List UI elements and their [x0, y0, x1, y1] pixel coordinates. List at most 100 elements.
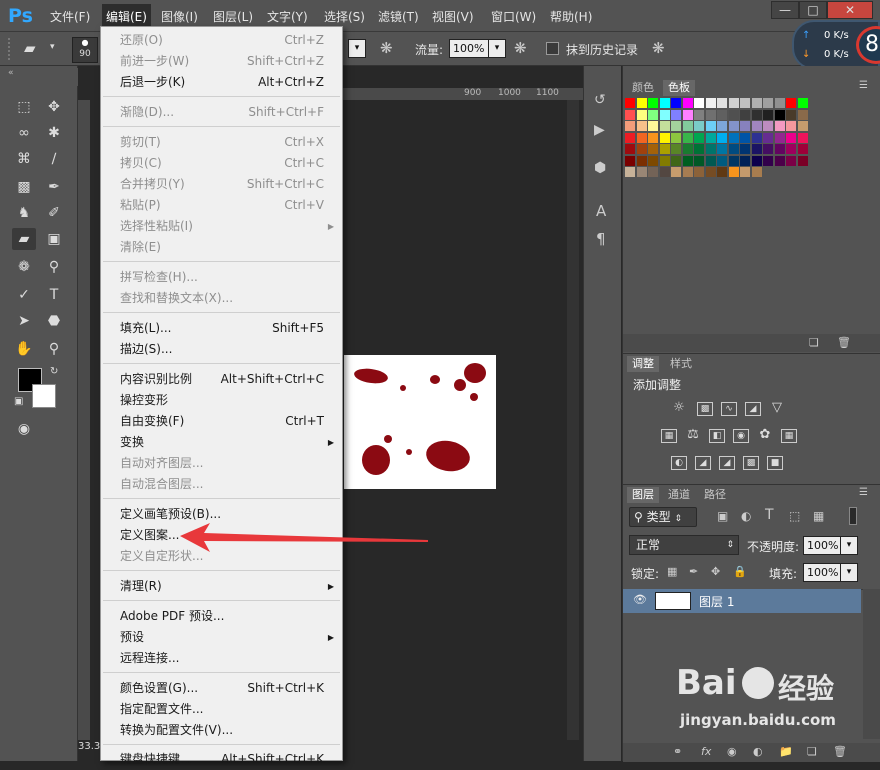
color-swatch[interactable]	[740, 155, 750, 166]
swatch-grid[interactable]	[623, 96, 880, 334]
vibrance-icon[interactable]: ▽	[769, 401, 785, 416]
new-swatch-icon[interactable]: ❏	[809, 336, 819, 349]
paragraph-panel-icon[interactable]: ¶	[596, 230, 606, 248]
color-swatch[interactable]	[751, 144, 762, 154]
color-swatch[interactable]	[648, 167, 658, 177]
levels-icon[interactable]: ▩	[697, 402, 713, 416]
color-swatch[interactable]	[682, 144, 693, 154]
channel-mixer-icon[interactable]: ✿	[757, 428, 773, 443]
swap-colors-icon[interactable]: ↻	[50, 366, 58, 377]
color-swatch[interactable]	[625, 155, 635, 166]
color-swatch[interactable]	[763, 132, 773, 143]
brush-tool-icon[interactable]: ✒	[42, 176, 66, 198]
invert-icon[interactable]: ◐	[671, 456, 687, 470]
color-swatch[interactable]	[763, 121, 773, 131]
character-panel-icon[interactable]: A	[596, 202, 606, 220]
color-swatch[interactable]	[717, 155, 727, 166]
color-swatch[interactable]	[625, 98, 635, 108]
brush-size-picker[interactable]: ● 90	[72, 37, 98, 63]
layer-style-icon[interactable]: fx	[701, 745, 711, 758]
color-swatch[interactable]	[636, 155, 647, 166]
tab-styles[interactable]: 样式	[665, 356, 697, 372]
menu-item-undo[interactable]: 还原(O) Ctrl+Z	[101, 30, 342, 51]
color-swatch[interactable]	[671, 132, 681, 143]
color-swatch[interactable]	[740, 144, 750, 154]
color-swatch[interactable]	[774, 121, 785, 131]
path-selection-tool-icon[interactable]: ➤	[12, 310, 36, 332]
collapse-icon[interactable]: «	[8, 68, 14, 78]
color-swatch[interactable]	[648, 109, 658, 120]
gradient-tool-icon[interactable]: ▣	[42, 228, 66, 250]
color-swatch[interactable]	[797, 155, 808, 166]
blend-mode-dropdown[interactable]: 正常 ⇕	[629, 535, 739, 555]
menu-item-stroke[interactable]: 描边(S)...	[101, 339, 342, 360]
zoom-tool-icon[interactable]: ⚲	[42, 338, 66, 360]
lock-position-icon[interactable]: ✥	[711, 565, 720, 578]
clone-stamp-tool-icon[interactable]: ♞	[12, 202, 36, 224]
fill-dropdown-arrow[interactable]: ▾	[840, 563, 858, 582]
color-swatch[interactable]	[751, 98, 762, 108]
shape-tool-icon[interactable]: ⬣	[42, 310, 66, 332]
group-icon[interactable]: 📁	[779, 745, 793, 758]
menu-item-step-backward[interactable]: 后退一步(K) Alt+Ctrl+Z	[101, 72, 342, 93]
menu-item-fill[interactable]: 填充(L)... Shift+F5	[101, 318, 342, 339]
color-swatch[interactable]	[659, 109, 670, 120]
link-layers-icon[interactable]: ⚭	[673, 745, 682, 758]
color-swatch[interactable]	[682, 98, 693, 108]
layer-row[interactable]: 👁 图层 1	[623, 589, 861, 613]
color-swatch[interactable]	[751, 155, 762, 166]
color-swatch[interactable]	[751, 132, 762, 143]
color-swatch[interactable]	[797, 98, 808, 108]
color-swatch[interactable]	[740, 167, 750, 177]
menu-item-auto-blend[interactable]: 自动混合图层...	[101, 474, 342, 495]
lasso-tool-icon[interactable]: ∞	[12, 122, 36, 144]
menu-filter[interactable]: 滤镜(T)	[378, 8, 419, 25]
color-swatch[interactable]	[786, 144, 796, 154]
color-swatch[interactable]	[625, 167, 635, 177]
maximize-button[interactable]: □	[799, 1, 827, 19]
history-panel-icon[interactable]: ↺	[594, 92, 606, 108]
color-swatch[interactable]	[728, 109, 739, 120]
color-swatch[interactable]	[717, 98, 727, 108]
color-swatch[interactable]	[705, 144, 716, 154]
color-swatch[interactable]	[786, 132, 796, 143]
filter-type-icon[interactable]: T	[765, 507, 774, 523]
color-swatch[interactable]	[636, 132, 647, 143]
color-swatch[interactable]	[682, 121, 693, 131]
lock-transparent-icon[interactable]: ▦	[667, 565, 677, 578]
opacity-dropdown-arrow[interactable]: ▾	[840, 536, 858, 555]
color-swatch[interactable]	[659, 167, 670, 177]
color-swatch[interactable]	[763, 109, 773, 120]
color-swatch[interactable]	[671, 155, 681, 166]
menu-item-paste[interactable]: 粘贴(P) Ctrl+V	[101, 195, 342, 216]
menu-image[interactable]: 图像(I)	[161, 8, 198, 25]
color-swatch[interactable]	[671, 109, 681, 120]
color-swatch[interactable]	[625, 109, 635, 120]
color-swatch[interactable]	[717, 121, 727, 131]
image-canvas[interactable]	[344, 355, 496, 489]
filter-toggle[interactable]	[849, 507, 857, 525]
tab-adjustments[interactable]: 调整	[627, 356, 659, 372]
color-swatch[interactable]	[636, 167, 647, 177]
menu-view[interactable]: 视图(V)	[432, 8, 474, 25]
lock-all-icon[interactable]: 🔒	[733, 565, 747, 578]
pressure-icon[interactable]: ❋	[652, 39, 665, 57]
color-swatch[interactable]	[671, 121, 681, 131]
menu-item-paste-special[interactable]: 选择性粘贴(I) ▶	[101, 216, 342, 237]
add-mask-icon[interactable]: ◉	[727, 745, 737, 758]
pen-tool-icon[interactable]: ✓	[12, 284, 36, 306]
menu-item-purge[interactable]: 清理(R) ▶	[101, 576, 342, 597]
history-brush-tool-icon[interactable]: ✐	[42, 202, 66, 224]
vertical-scrollbar[interactable]	[567, 100, 579, 740]
tab-swatches[interactable]: 色板	[663, 80, 695, 96]
minimize-button[interactable]: —	[771, 1, 799, 19]
panel-menu-icon[interactable]: ☰	[859, 487, 868, 498]
color-swatch[interactable]	[763, 155, 773, 166]
panel-menu-icon[interactable]: ☰	[859, 80, 868, 91]
color-swatch[interactable]	[728, 167, 739, 177]
color-swatch[interactable]	[740, 109, 750, 120]
color-swatch[interactable]	[786, 109, 796, 120]
color-swatch[interactable]	[694, 109, 704, 120]
filter-pixel-icon[interactable]: ▣	[717, 509, 728, 523]
tab-channels[interactable]: 通道	[663, 487, 695, 503]
